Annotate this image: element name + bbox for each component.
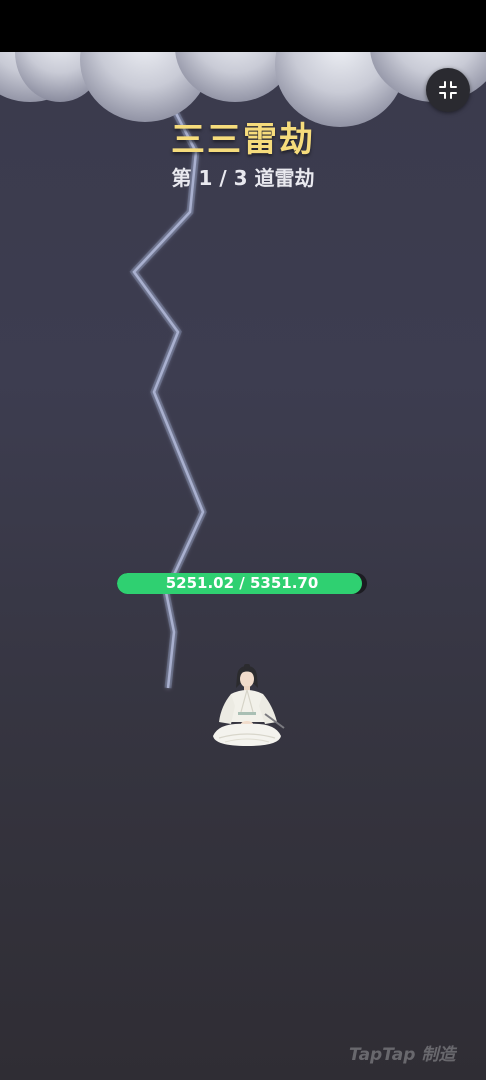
health-value: 5251.02 / 5351.70 [165, 574, 319, 592]
status-bar [0, 0, 486, 52]
tribulation-counter: 第 1 / 3 道雷劫 [171, 166, 315, 190]
collapse-arrows-icon [439, 81, 457, 99]
meditating-cultivator [213, 664, 285, 746]
health-bar: 5251.02 / 5351.70 [117, 573, 367, 594]
game-screen: 三三雷劫 第 1 / 3 道雷劫 5251.02 / 5351.70 TapTa… [0, 0, 486, 1080]
game-title: 三三雷劫 [171, 120, 315, 160]
exit-fullscreen-button[interactable] [426, 68, 470, 112]
taptap-watermark: TapTap 制造 [349, 1045, 456, 1065]
